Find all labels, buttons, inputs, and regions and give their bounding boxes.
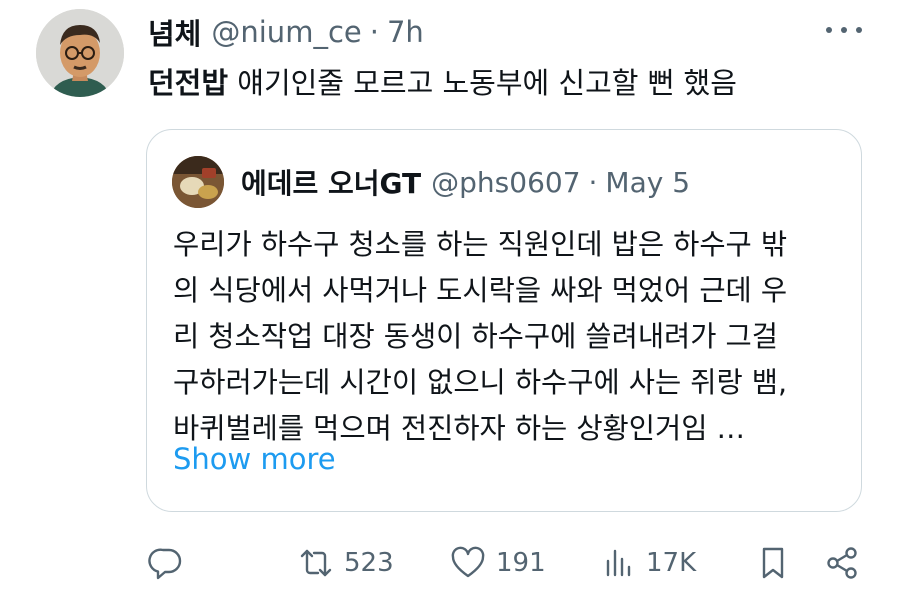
tweet-time[interactable]: 7h	[387, 15, 424, 49]
quoted-author-name[interactable]: 에데르 오너GT	[241, 162, 421, 202]
more-options-icon[interactable]	[826, 20, 862, 40]
tweet-text-bold: 던전밥	[148, 66, 229, 100]
quoted-author-handle[interactable]: @phs0607	[431, 166, 580, 199]
retweet-icon	[300, 549, 332, 577]
quoted-tweet-card[interactable]: 에데르 오너GT @phs0607 · May 5 우리가 하수구 청소를 하는…	[146, 129, 862, 512]
retweet-button[interactable]: 523	[298, 540, 394, 586]
views-button[interactable]: 17K	[600, 540, 696, 586]
like-button[interactable]: 191	[450, 540, 546, 586]
like-count: 191	[496, 548, 546, 578]
tweet-header: 념체 @nium_ce · 7h	[148, 10, 424, 54]
quoted-header-separator: ·	[588, 165, 598, 199]
tweet-text: 던전밥 얘기인줄 모르고 노동부에 신고할 뻔 했음	[148, 60, 737, 102]
show-more-link[interactable]: Show more	[173, 442, 336, 476]
share-icon	[827, 547, 857, 579]
quoted-text-line: 리 청소작업 대장 동생이 하수구에 쓸려내려가 그걸	[173, 320, 778, 353]
more-dot	[856, 27, 862, 33]
quoted-text-line: 우리가 하수구 청소를 하는 직원인데 밥은 하수구 밖	[173, 228, 788, 261]
header-separator: ·	[369, 15, 379, 49]
tweet-action-bar: 523 191 17K	[0, 540, 900, 586]
bookmark-button[interactable]	[755, 540, 791, 586]
quoted-text-line: 의 식당에서 사먹거나 도시락을 싸와 먹었어 근데 우	[173, 274, 788, 307]
author-handle[interactable]: @nium_ce	[211, 15, 361, 49]
quoted-tweet-date[interactable]: May 5	[605, 166, 690, 199]
more-dot	[826, 27, 832, 33]
share-button[interactable]	[824, 540, 860, 586]
heart-icon	[451, 546, 485, 578]
quoted-avatar-image	[172, 156, 224, 208]
views-count: 17K	[646, 548, 697, 578]
quoted-author-avatar[interactable]	[172, 156, 224, 208]
avatar-illustration	[36, 9, 124, 97]
retweet-count: 523	[344, 548, 394, 578]
author-avatar[interactable]	[36, 9, 124, 97]
quoted-text-line: 구하러가는데 시간이 없으니 하수구에 사는 쥐랑 뱀,	[173, 366, 788, 399]
reply-icon	[148, 548, 182, 580]
author-name[interactable]: 념체	[148, 11, 201, 53]
more-dot	[841, 27, 847, 33]
quoted-tweet-header: 에데르 오너GT @phs0607 · May 5	[241, 160, 690, 204]
quoted-tweet-text: 우리가 하수구 청소를 하는 직원인데 밥은 하수구 밖 의 식당에서 사먹거나…	[173, 222, 843, 452]
bookmark-icon	[762, 547, 784, 579]
views-chart-icon	[606, 549, 631, 577]
tweet-text-rest: 얘기인줄 모르고 노동부에 신고할 뻔 했음	[228, 66, 737, 100]
reply-button[interactable]	[148, 540, 184, 586]
